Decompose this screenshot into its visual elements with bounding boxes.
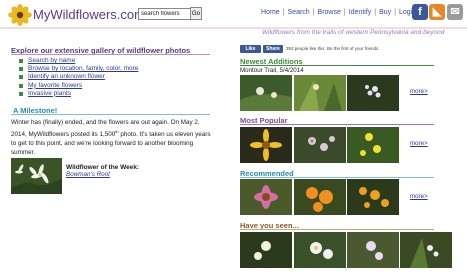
popular-photo[interactable] — [294, 127, 346, 163]
newest-divider — [240, 65, 434, 66]
wildflower-of-week-label: Wildflower of the Week: — [66, 164, 140, 171]
newest-more-link[interactable]: more> — [410, 88, 428, 95]
milestone-divider — [11, 114, 210, 115]
go-button[interactable]: Go — [190, 7, 202, 20]
nav-separator: | — [374, 9, 377, 16]
nav-separator: | — [312, 9, 315, 16]
newest-photo[interactable] — [294, 75, 346, 111]
popular-more-link[interactable]: more> — [410, 140, 428, 147]
email-icon[interactable]: ✉ — [447, 4, 463, 20]
nav-separator: | — [282, 9, 285, 16]
nav-browse[interactable]: Browse — [318, 9, 341, 16]
facebook-share-button[interactable]: Share — [263, 45, 283, 53]
nav-separator: | — [343, 9, 346, 16]
recommended-photo[interactable] — [294, 179, 346, 215]
site-tagline: Wildflowers from the trails of western P… — [262, 29, 445, 36]
facebook-like-count: 353 people like this. Be the first of yo… — [286, 46, 380, 51]
list-item: Browse by location, family, color, more — [18, 65, 138, 73]
link-browse[interactable]: Browse by location, family, color, more — [28, 65, 138, 72]
list-item: Identify an unknown flower — [18, 73, 138, 81]
popular-divider — [240, 124, 434, 125]
have-you-seen-divider — [240, 229, 434, 230]
recommended-photo[interactable] — [347, 179, 399, 215]
wildflower-of-week-link[interactable]: Bowman's Root — [66, 171, 110, 178]
explore-links: Search by name Browse by location, famil… — [18, 57, 138, 98]
list-item: Search by name — [18, 57, 138, 65]
link-identify[interactable]: Identify an unknown flower — [28, 73, 105, 80]
milestone-text: Winter has (finally) ended, and the flow… — [11, 118, 216, 157]
nav-buy[interactable]: Buy — [379, 9, 391, 16]
newest-photo[interactable] — [240, 75, 292, 111]
popular-photo[interactable] — [240, 127, 292, 163]
link-favorites[interactable]: My favorite flowers — [28, 82, 82, 89]
nav-separator: | — [394, 9, 396, 16]
explore-divider — [11, 54, 210, 55]
have-you-seen-photo[interactable] — [294, 232, 346, 268]
popular-photo[interactable] — [347, 127, 399, 163]
flower-logo-icon[interactable] — [8, 4, 32, 26]
have-you-seen-photo[interactable] — [347, 232, 399, 268]
recommended-photo[interactable] — [240, 179, 292, 215]
list-item: My favorite flowers — [18, 82, 138, 90]
facebook-icon[interactable]: f — [412, 4, 428, 20]
wildflower-of-week-image[interactable] — [11, 158, 62, 194]
search-input[interactable] — [138, 8, 192, 20]
recommended-more-link[interactable]: more> — [410, 193, 428, 200]
facebook-like-button[interactable]: Like — [240, 45, 261, 53]
main-nav: Home | Search | Browse | Identify | Buy | Login — [261, 9, 416, 16]
list-item: Invasive plants — [18, 90, 138, 98]
link-search-by-name[interactable]: Search by name — [28, 57, 75, 64]
have-you-seen-photo[interactable] — [240, 232, 292, 268]
nav-home[interactable]: Home — [261, 9, 280, 16]
newest-subtitle: Montour Trail, 5/4/2014 — [240, 67, 304, 74]
have-you-seen-photo[interactable] — [400, 232, 452, 268]
site-logo-text[interactable]: MyWildflowers.com — [33, 7, 145, 22]
nav-identify[interactable]: Identify — [349, 9, 372, 16]
newest-photo[interactable] — [347, 75, 399, 111]
header: MyWildflowers.com Go Home|Search|Browse|… — [0, 0, 467, 30]
link-invasive[interactable]: Invasive plants — [28, 90, 71, 97]
nav-search[interactable]: Search — [288, 9, 310, 16]
rss-icon[interactable]: ◣ — [429, 4, 445, 20]
recommended-divider — [240, 177, 434, 178]
